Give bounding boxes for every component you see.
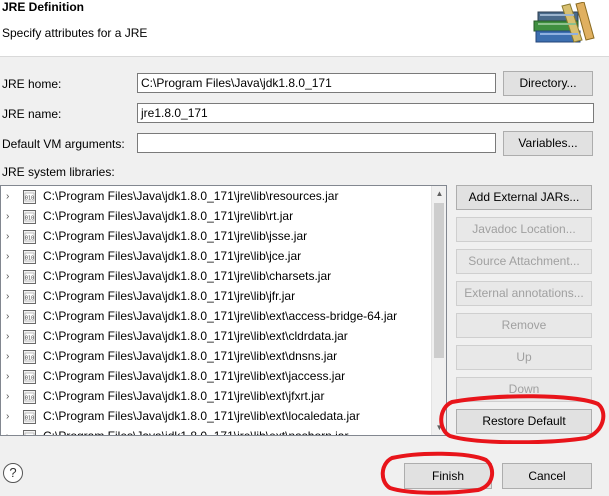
system-libraries-label: JRE system libraries: bbox=[2, 165, 115, 179]
finish-button[interactable]: Finish bbox=[404, 463, 492, 489]
expand-chevron-icon[interactable]: › bbox=[6, 211, 15, 223]
library-row[interactable]: › 010 C:\Program Files\Java\jdk1.8.0_171\j… bbox=[1, 427, 431, 437]
library-path: C:\Program Files\Java\jdk1.8.0_171\jre\l… bbox=[43, 269, 332, 283]
svg-text:010: 010 bbox=[25, 416, 34, 422]
expand-chevron-icon[interactable]: › bbox=[6, 191, 15, 203]
library-row[interactable]: › 010 C:\Program Files\Java\jdk1.8.0_171\j… bbox=[1, 387, 431, 407]
jre-name-label: JRE name: bbox=[2, 107, 62, 121]
library-row[interactable]: › 010 C:\Program Files\Java\jdk1.8.0_171\j… bbox=[1, 347, 431, 367]
library-row[interactable]: › 010 C:\Program Files\Java\jdk1.8.0_171\j… bbox=[1, 307, 431, 327]
expand-chevron-icon[interactable]: › bbox=[6, 371, 15, 383]
library-path: C:\Program Files\Java\jdk1.8.0_171\jre\l… bbox=[43, 429, 349, 436]
library-row[interactable]: › 010 C:\Program Files\Java\jdk1.8.0_171\j… bbox=[1, 287, 431, 307]
expand-chevron-icon[interactable]: › bbox=[6, 311, 15, 323]
jre-home-input[interactable]: C:\Program Files\Java\jdk1.8.0_171 bbox=[137, 73, 496, 93]
svg-text:010: 010 bbox=[25, 256, 34, 262]
jar-file-icon: 010 bbox=[23, 250, 36, 264]
dialog-header: JRE Definition Specify attributes for a … bbox=[0, 0, 609, 57]
down-button[interactable]: Down bbox=[456, 377, 592, 402]
svg-text:010: 010 bbox=[25, 436, 34, 437]
expand-chevron-icon[interactable]: › bbox=[6, 271, 15, 283]
external-annotations-button[interactable]: External annotations... bbox=[456, 281, 592, 306]
library-row[interactable]: › 010 C:\Program Files\Java\jdk1.8.0_171\j… bbox=[1, 327, 431, 347]
svg-text:010: 010 bbox=[25, 316, 34, 322]
library-path: C:\Program Files\Java\jdk1.8.0_171\jre\l… bbox=[43, 229, 308, 243]
svg-text:010: 010 bbox=[25, 396, 34, 402]
jar-file-icon: 010 bbox=[23, 330, 36, 344]
dialog-subtitle: Specify attributes for a JRE bbox=[2, 26, 148, 40]
help-icon[interactable]: ? bbox=[3, 463, 23, 483]
jre-home-label: JRE home: bbox=[2, 77, 62, 91]
system-libraries-list[interactable]: › 010 C:\Program Files\Java\jdk1.8.0_171\j… bbox=[0, 185, 447, 436]
remove-button[interactable]: Remove bbox=[456, 313, 592, 338]
jar-file-icon: 010 bbox=[23, 430, 36, 437]
library-path: C:\Program Files\Java\jdk1.8.0_171\jre\l… bbox=[43, 249, 302, 263]
dialog-title: JRE Definition bbox=[2, 0, 85, 14]
library-row[interactable]: › 010 C:\Program Files\Java\jdk1.8.0_171\j… bbox=[1, 407, 431, 427]
svg-text:010: 010 bbox=[25, 276, 34, 282]
books-icon bbox=[533, 2, 595, 43]
jar-file-icon: 010 bbox=[23, 350, 36, 364]
expand-chevron-icon[interactable]: › bbox=[6, 251, 15, 263]
svg-text:010: 010 bbox=[25, 236, 34, 242]
library-path: C:\Program Files\Java\jdk1.8.0_171\jre\l… bbox=[43, 189, 339, 203]
expand-chevron-icon[interactable]: › bbox=[6, 291, 15, 303]
up-button[interactable]: Up bbox=[456, 345, 592, 370]
svg-text:010: 010 bbox=[25, 376, 34, 382]
add-external-jars-button[interactable]: Add External JARs... bbox=[456, 185, 592, 210]
jar-file-icon: 010 bbox=[23, 310, 36, 324]
library-path: C:\Program Files\Java\jdk1.8.0_171\jre\l… bbox=[43, 289, 296, 303]
jar-file-icon: 010 bbox=[23, 230, 36, 244]
jar-file-icon: 010 bbox=[23, 410, 36, 424]
jre-name-input[interactable]: jre1.8.0_171 bbox=[137, 103, 594, 123]
cancel-button[interactable]: Cancel bbox=[502, 463, 592, 489]
expand-chevron-icon[interactable]: › bbox=[6, 331, 15, 343]
vertical-scrollbar[interactable]: ▲ ▼ bbox=[431, 186, 446, 435]
svg-text:010: 010 bbox=[25, 336, 34, 342]
jar-file-icon: 010 bbox=[23, 370, 36, 384]
jar-file-icon: 010 bbox=[23, 290, 36, 304]
jar-file-icon: 010 bbox=[23, 190, 36, 204]
jar-file-icon: 010 bbox=[23, 390, 36, 404]
directory-button[interactable]: Directory... bbox=[503, 71, 593, 96]
library-path: C:\Program Files\Java\jdk1.8.0_171\jre\l… bbox=[43, 329, 348, 343]
expand-chevron-icon[interactable]: › bbox=[6, 231, 15, 243]
scroll-thumb[interactable] bbox=[434, 203, 444, 358]
scroll-down-arrow-icon[interactable]: ▼ bbox=[432, 420, 446, 435]
vm-args-label: Default VM arguments: bbox=[2, 137, 125, 151]
library-path: C:\Program Files\Java\jdk1.8.0_171\jre\l… bbox=[43, 369, 346, 383]
svg-text:010: 010 bbox=[25, 356, 34, 362]
svg-text:010: 010 bbox=[25, 296, 34, 302]
library-path: C:\Program Files\Java\jdk1.8.0_171\jre\l… bbox=[43, 409, 360, 423]
vm-args-input[interactable] bbox=[137, 133, 496, 153]
library-row[interactable]: › 010 C:\Program Files\Java\jdk1.8.0_171\j… bbox=[1, 187, 431, 207]
library-path: C:\Program Files\Java\jdk1.8.0_171\jre\l… bbox=[43, 389, 325, 403]
svg-text:010: 010 bbox=[25, 196, 34, 202]
library-path: C:\Program Files\Java\jdk1.8.0_171\jre\l… bbox=[43, 209, 294, 223]
source-attachment-button[interactable]: Source Attachment... bbox=[456, 249, 592, 274]
library-row[interactable]: › 010 C:\Program Files\Java\jdk1.8.0_171\j… bbox=[1, 367, 431, 387]
library-row[interactable]: › 010 C:\Program Files\Java\jdk1.8.0_171\j… bbox=[1, 267, 431, 287]
expand-chevron-icon[interactable]: › bbox=[6, 391, 15, 403]
library-row[interactable]: › 010 C:\Program Files\Java\jdk1.8.0_171\j… bbox=[1, 207, 431, 227]
expand-chevron-icon[interactable]: › bbox=[6, 411, 15, 423]
library-path: C:\Program Files\Java\jdk1.8.0_171\jre\l… bbox=[43, 309, 398, 323]
svg-text:010: 010 bbox=[25, 216, 34, 222]
expand-chevron-icon[interactable]: › bbox=[6, 351, 15, 363]
jar-file-icon: 010 bbox=[23, 210, 36, 224]
jar-file-icon: 010 bbox=[23, 270, 36, 284]
expand-chevron-icon[interactable]: › bbox=[6, 431, 15, 435]
variables-button[interactable]: Variables... bbox=[503, 131, 593, 156]
library-row[interactable]: › 010 C:\Program Files\Java\jdk1.8.0_171\j… bbox=[1, 247, 431, 267]
library-row[interactable]: › 010 C:\Program Files\Java\jdk1.8.0_171\j… bbox=[1, 227, 431, 247]
javadoc-location-button[interactable]: Javadoc Location... bbox=[456, 217, 592, 242]
restore-default-button[interactable]: Restore Default bbox=[456, 409, 592, 434]
scroll-up-arrow-icon[interactable]: ▲ bbox=[432, 186, 446, 201]
library-path: C:\Program Files\Java\jdk1.8.0_171\jre\l… bbox=[43, 349, 338, 363]
